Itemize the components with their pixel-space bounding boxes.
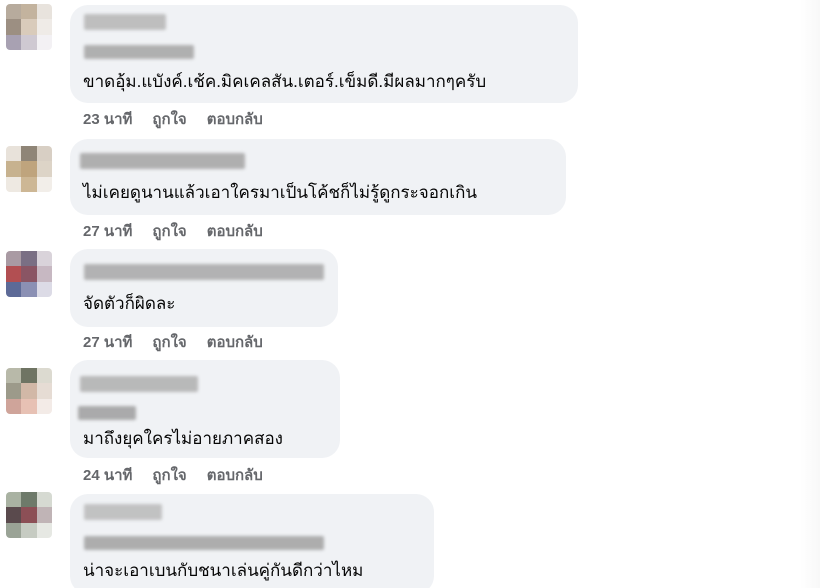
like-button[interactable]: ถูกใจ: [152, 111, 186, 128]
avatar-pixel: [21, 251, 37, 267]
avatar-pixel: [6, 19, 22, 35]
avatar-pixel: [6, 522, 22, 538]
reply-button[interactable]: ตอบกลับ: [207, 334, 263, 351]
reply-button[interactable]: ตอบกลับ: [207, 111, 263, 128]
comment-text: ไม่เคยดูนานแล้วเอาใครมาเป็นโค้ชก็ไม่รู้ด…: [83, 183, 477, 202]
comment-actions: 27 นาที ถูกใจ ตอบกลับ: [83, 222, 283, 242]
blurred-author-name[interactable]: [80, 376, 198, 392]
avatar-pixel: [6, 507, 22, 523]
avatar-pixel: [21, 507, 37, 523]
avatar-pixel: [36, 281, 52, 297]
avatar-pixel: [6, 4, 22, 20]
comment-actions: 23 นาที ถูกใจ ตอบกลับ: [83, 110, 283, 130]
blurred-author-detail: [84, 45, 194, 59]
avatar-pixel: [36, 492, 52, 508]
comment-time[interactable]: 27 นาที: [83, 223, 132, 240]
avatar[interactable]: [6, 492, 52, 538]
comment-bubble: ไม่เคยดูนานแล้วเอาใครมาเป็นโค้ชก็ไม่รู้ด…: [70, 139, 566, 215]
comment-bubble: จัดตัวก็ผิดละ: [70, 249, 338, 327]
comment-actions: 27 นาที ถูกใจ ตอบกลับ: [83, 333, 283, 353]
avatar-pixel: [36, 34, 52, 50]
avatar-pixel: [21, 176, 37, 192]
avatar-pixel: [21, 368, 37, 384]
avatar-pixel: [36, 368, 52, 384]
avatar-pixel: [36, 251, 52, 267]
avatar[interactable]: [6, 251, 52, 297]
avatar[interactable]: [6, 4, 52, 50]
avatar-pixel: [36, 507, 52, 523]
avatar-pixel: [36, 19, 52, 35]
avatar[interactable]: [6, 368, 52, 414]
comment-text: ขาดอุ้ม.แบังค์.เช้ค.มิคเคลสัน.เตอร์.เข็ม…: [83, 72, 487, 91]
avatar-pixel: [36, 161, 52, 177]
avatar-pixel: [6, 266, 22, 282]
like-button[interactable]: ถูกใจ: [152, 223, 186, 240]
avatar-pixel: [36, 522, 52, 538]
comment-text: มาถึงยุคใครไม่อายภาคสอง: [83, 429, 283, 448]
avatar-pixel: [21, 161, 37, 177]
avatar-pixel: [6, 368, 22, 384]
like-button[interactable]: ถูกใจ: [152, 334, 186, 351]
avatar-pixel: [36, 176, 52, 192]
comment-bubble: น่าจะเอาเบนกับชนาเล่นคู่กันดีกว่าไหม: [70, 494, 434, 588]
blurred-author-name[interactable]: [84, 504, 162, 520]
avatar-pixel: [21, 266, 37, 282]
comment-actions: 24 นาที ถูกใจ ตอบกลับ: [83, 466, 283, 486]
avatar-pixel: [21, 34, 37, 50]
avatar-pixel: [21, 398, 37, 414]
avatar-pixel: [6, 281, 22, 297]
avatar-pixel: [21, 522, 37, 538]
right-edge-shade: [800, 0, 820, 588]
comment-time[interactable]: 23 นาที: [83, 111, 132, 128]
avatar-pixel: [21, 19, 37, 35]
blurred-author-name[interactable]: [80, 153, 245, 169]
comment-time[interactable]: 27 นาที: [83, 334, 132, 351]
avatar-pixel: [6, 398, 22, 414]
avatar-pixel: [6, 146, 22, 162]
avatar-pixel: [6, 161, 22, 177]
avatar-pixel: [21, 492, 37, 508]
blurred-author-name[interactable]: [84, 264, 324, 280]
avatar-pixel: [21, 383, 37, 399]
avatar-pixel: [6, 34, 22, 50]
comment-text: น่าจะเอาเบนกับชนาเล่นคู่กันดีกว่าไหม: [83, 561, 364, 580]
comment-time[interactable]: 24 นาที: [83, 467, 132, 484]
avatar-pixel: [36, 266, 52, 282]
avatar-pixel: [36, 4, 52, 20]
avatar-pixel: [21, 146, 37, 162]
like-button[interactable]: ถูกใจ: [152, 467, 186, 484]
avatar-pixel: [6, 176, 22, 192]
blurred-author-detail: [78, 406, 136, 420]
avatar-pixel: [21, 4, 37, 20]
reply-button[interactable]: ตอบกลับ: [207, 223, 263, 240]
avatar-pixel: [36, 146, 52, 162]
comment-bubble: ขาดอุ้ม.แบังค์.เช้ค.มิคเคลสัน.เตอร์.เข็ม…: [70, 5, 578, 103]
avatar-pixel: [36, 398, 52, 414]
avatar-pixel: [21, 281, 37, 297]
reply-button[interactable]: ตอบกลับ: [207, 467, 263, 484]
blurred-author-name[interactable]: [84, 14, 166, 30]
comments-page: ขาดอุ้ม.แบังค์.เช้ค.มิคเคลสัน.เตอร์.เข็ม…: [0, 0, 820, 588]
avatar[interactable]: [6, 146, 52, 192]
blurred-author-detail: [84, 536, 324, 550]
avatar-pixel: [36, 383, 52, 399]
avatar-pixel: [6, 251, 22, 267]
comment-bubble: มาถึงยุคใครไม่อายภาคสอง: [70, 360, 340, 458]
avatar-pixel: [6, 492, 22, 508]
comment-text: จัดตัวก็ผิดละ: [83, 294, 176, 313]
avatar-pixel: [6, 383, 22, 399]
